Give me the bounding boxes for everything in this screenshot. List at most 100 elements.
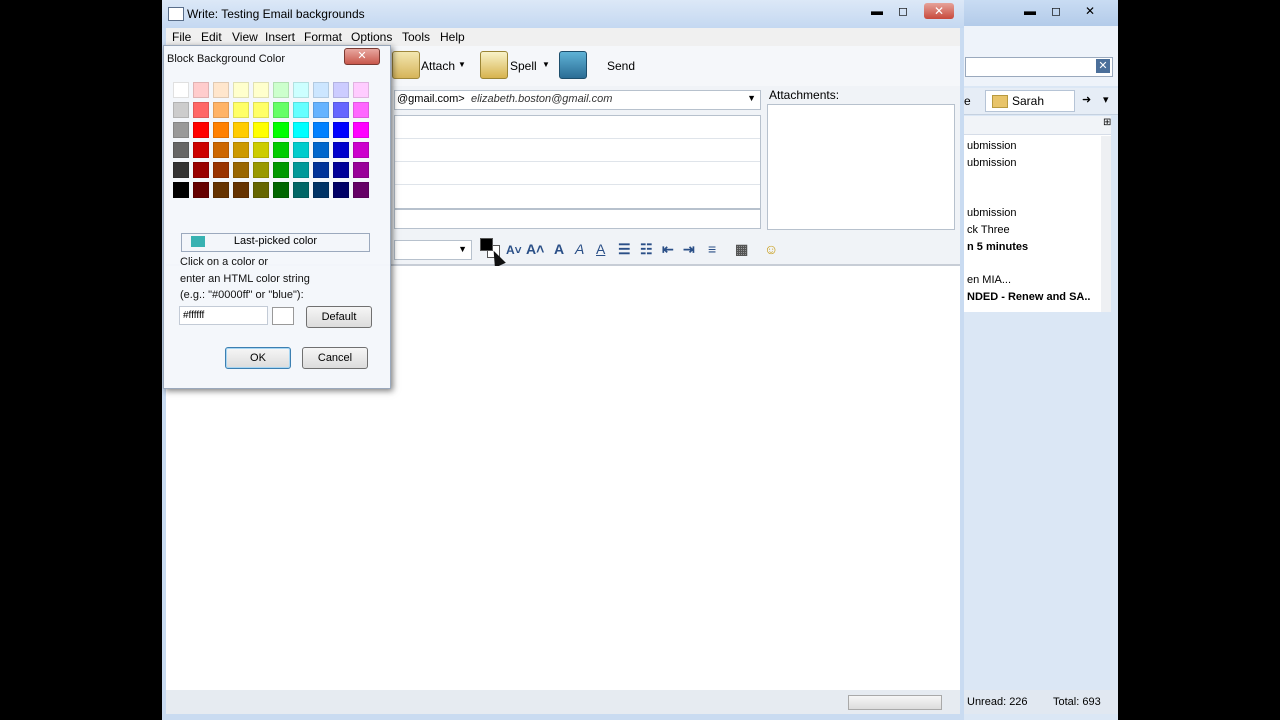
color-swatch[interactable]: [233, 82, 249, 98]
subject-input[interactable]: [394, 209, 761, 229]
color-swatch[interactable]: [333, 122, 349, 138]
color-swatch[interactable]: [293, 122, 309, 138]
recipient-list[interactable]: [394, 115, 761, 209]
increase-font-size-icon[interactable]: A˄: [526, 241, 544, 257]
underline-icon[interactable]: A: [596, 241, 605, 257]
color-swatch[interactable]: [253, 102, 269, 118]
color-swatch[interactable]: [193, 102, 209, 118]
color-swatch[interactable]: [333, 142, 349, 158]
ok-button[interactable]: OK: [225, 347, 291, 369]
menu-edit[interactable]: Edit: [201, 30, 222, 44]
color-swatch[interactable]: [293, 82, 309, 98]
column-picker-icon[interactable]: ⊞: [1103, 117, 1111, 128]
color-swatch[interactable]: [253, 122, 269, 138]
from-select[interactable]: @gmail.com> elizabeth.boston@gmail.com ▼: [394, 90, 761, 110]
menu-options[interactable]: Options: [351, 30, 392, 44]
list-item[interactable]: ubmission: [967, 155, 1091, 171]
color-swatch[interactable]: [273, 182, 289, 198]
arrow-right-icon[interactable]: ➜: [1082, 93, 1091, 106]
color-swatch[interactable]: [293, 162, 309, 178]
color-swatch[interactable]: [353, 82, 369, 98]
list-item[interactable]: ck Three: [967, 222, 1091, 238]
color-swatch[interactable]: [233, 162, 249, 178]
color-swatch[interactable]: [173, 182, 189, 198]
dialog-close-button[interactable]: ✕: [344, 48, 380, 65]
color-swatch[interactable]: [213, 82, 229, 98]
list-item[interactable]: NDED - Renew and SA...: [967, 289, 1091, 305]
color-swatch[interactable]: [313, 142, 329, 158]
numbered-list-icon[interactable]: ☷: [640, 241, 653, 258]
list-item[interactable]: ubmission: [967, 138, 1091, 154]
recipient-row[interactable]: [395, 138, 760, 139]
list-item[interactable]: ubmission: [967, 205, 1091, 221]
color-swatch[interactable]: [233, 142, 249, 158]
color-swatch[interactable]: [293, 102, 309, 118]
list-item[interactable]: en MIA...: [967, 272, 1091, 288]
attach-button[interactable]: Attach: [421, 50, 455, 82]
menu-help[interactable]: Help: [440, 30, 465, 44]
menu-file[interactable]: File: [172, 30, 191, 44]
message-list-scrollbar[interactable]: [1101, 136, 1111, 312]
decrease-font-size-icon[interactable]: A˅: [506, 243, 522, 257]
menu-insert[interactable]: Insert: [265, 30, 295, 44]
color-swatch[interactable]: [233, 182, 249, 198]
color-swatch[interactable]: [333, 162, 349, 178]
color-swatch[interactable]: [193, 122, 209, 138]
list-item[interactable]: n 5 minutes: [967, 239, 1091, 255]
color-swatch[interactable]: [353, 162, 369, 178]
color-swatch[interactable]: [293, 182, 309, 198]
color-swatch[interactable]: [173, 102, 189, 118]
font-select[interactable]: ▼: [394, 240, 472, 260]
color-swatch[interactable]: [213, 182, 229, 198]
minimize-icon[interactable]: ▬: [864, 3, 890, 19]
color-swatch[interactable]: [273, 162, 289, 178]
color-swatch[interactable]: [353, 102, 369, 118]
html-color-input[interactable]: #ffffff: [179, 306, 268, 325]
color-swatch[interactable]: [193, 142, 209, 158]
cancel-button[interactable]: Cancel: [302, 347, 368, 369]
search-input[interactable]: ✕: [965, 57, 1113, 77]
color-swatch[interactable]: [173, 122, 189, 138]
color-swatch[interactable]: [273, 122, 289, 138]
color-swatch[interactable]: [193, 162, 209, 178]
outdent-icon[interactable]: ⇤: [662, 241, 674, 258]
color-swatch[interactable]: [313, 122, 329, 138]
maximize-icon[interactable]: ◻: [890, 3, 916, 19]
color-swatch[interactable]: [253, 162, 269, 178]
close-icon[interactable]: ✕: [1077, 3, 1103, 19]
color-swatch[interactable]: [233, 102, 249, 118]
color-swatch[interactable]: [213, 162, 229, 178]
menu-view[interactable]: View: [232, 30, 258, 44]
chevron-down-icon[interactable]: ▼: [458, 60, 466, 69]
chevron-down-icon[interactable]: ▾: [1103, 93, 1109, 106]
text-color-swatch[interactable]: [480, 238, 493, 251]
menu-tools[interactable]: Tools: [402, 30, 430, 44]
list-item[interactable]: [967, 172, 1091, 188]
attachments-pane[interactable]: [767, 104, 955, 230]
color-swatch[interactable]: [273, 82, 289, 98]
spell-button[interactable]: Spell: [510, 50, 537, 82]
insert-table-icon[interactable]: ▦: [735, 241, 748, 258]
color-swatch[interactable]: [233, 122, 249, 138]
color-swatch[interactable]: [313, 162, 329, 178]
color-swatch[interactable]: [353, 142, 369, 158]
menu-format[interactable]: Format: [304, 30, 342, 44]
tab-sarah[interactable]: Sarah: [985, 90, 1075, 112]
send-button[interactable]: Send: [607, 50, 635, 82]
recipient-row[interactable]: [395, 184, 760, 185]
bulleted-list-icon[interactable]: ☰: [618, 241, 631, 258]
recipient-row[interactable]: [395, 161, 760, 162]
color-swatch[interactable]: [213, 122, 229, 138]
color-swatch[interactable]: [313, 82, 329, 98]
color-swatch[interactable]: [293, 142, 309, 158]
bold-icon[interactable]: A: [554, 241, 564, 257]
color-swatch[interactable]: [253, 82, 269, 98]
color-swatch[interactable]: [333, 102, 349, 118]
color-swatch[interactable]: [193, 82, 209, 98]
color-swatch[interactable]: [173, 162, 189, 178]
color-swatch[interactable]: [333, 82, 349, 98]
color-swatch[interactable]: [193, 182, 209, 198]
smiley-icon[interactable]: ☺: [764, 241, 778, 257]
color-swatch[interactable]: [213, 142, 229, 158]
color-swatch[interactable]: [353, 182, 369, 198]
